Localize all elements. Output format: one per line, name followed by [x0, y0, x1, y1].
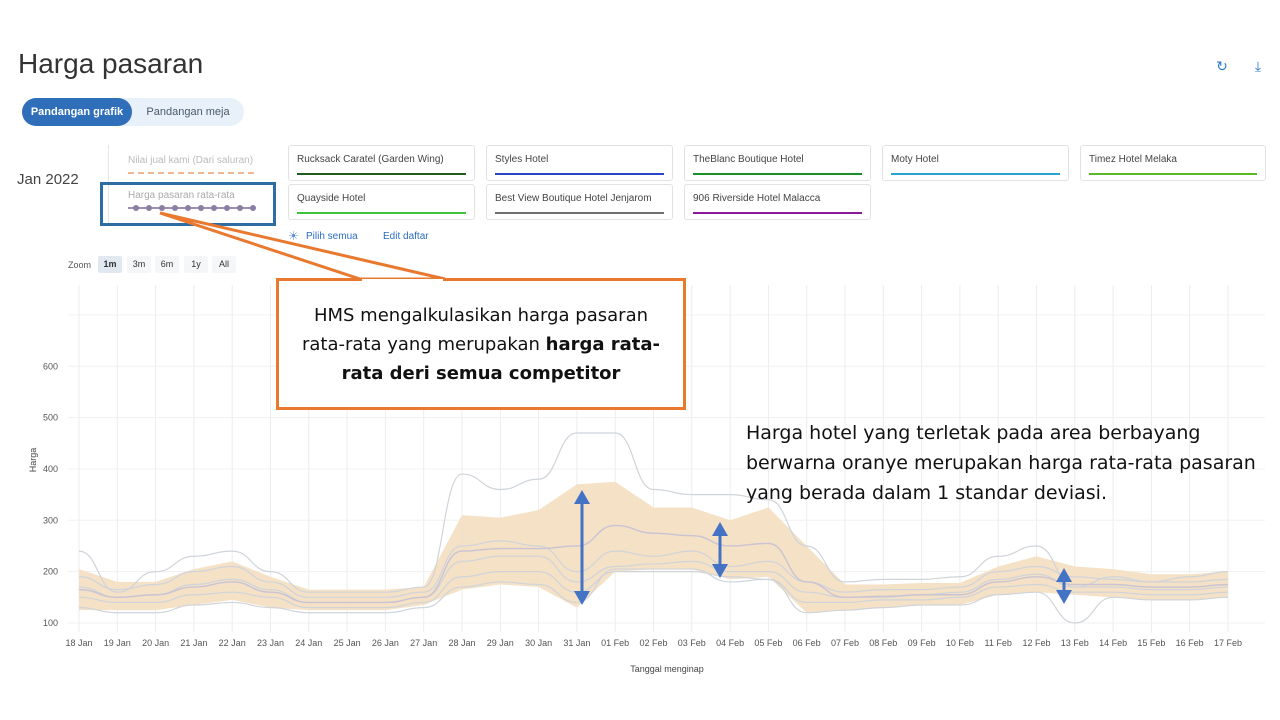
competitor-card[interactable]: Rucksack Caratel (Garden Wing)	[288, 145, 475, 181]
legend-own-price-swatch	[128, 172, 254, 174]
x-tick-label: 04 Feb	[716, 638, 744, 648]
competitor-name: TheBlanc Boutique Hotel	[693, 154, 804, 165]
competitor-color-swatch	[1089, 173, 1257, 175]
highlight-box	[100, 182, 276, 226]
competitor-color-swatch	[693, 212, 862, 214]
competitor-card[interactable]: Quayside Hotel	[288, 184, 475, 220]
callout-box: HMS mengalkulasikan harga pasaran rata-r…	[276, 278, 686, 410]
x-tick-label: 30 Jan	[525, 638, 552, 648]
x-tick-label: 05 Feb	[754, 638, 782, 648]
y-tick-label: 300	[43, 515, 58, 525]
x-tick-label: 31 Jan	[563, 638, 590, 648]
x-tick-label: 06 Feb	[793, 638, 821, 648]
x-tick-label: 16 Feb	[1176, 638, 1204, 648]
competitor-color-swatch	[297, 173, 466, 175]
competitor-name: Moty Hotel	[891, 154, 939, 165]
x-tick-label: 02 Feb	[639, 638, 667, 648]
y-axis-label: Harga	[28, 448, 38, 473]
competitor-name: Rucksack Caratel (Garden Wing)	[297, 154, 444, 165]
y-tick-label: 100	[43, 618, 58, 628]
x-tick-label: 14 Feb	[1099, 638, 1127, 648]
competitor-card[interactable]: Timez Hotel Melaka	[1080, 145, 1266, 181]
table-view-button[interactable]: Pandangan meja	[132, 98, 244, 126]
x-tick-label: 10 Feb	[946, 638, 974, 648]
x-tick-label: 28 Jan	[448, 638, 475, 648]
x-tick-label: 01 Feb	[601, 638, 629, 648]
competitor-name: 906 Riverside Hotel Malacca	[693, 193, 821, 204]
competitor-card[interactable]: Moty Hotel	[882, 145, 1069, 181]
band-explanation-note: Harga hotel yang terletak pada area berb…	[746, 422, 1256, 504]
callout-line-2-bold: harga rata-	[545, 334, 661, 355]
select-all-icon: ☀	[288, 229, 299, 243]
x-tick-label: 07 Feb	[831, 638, 859, 648]
x-tick-label: 09 Feb	[908, 638, 936, 648]
callout-line-1: HMS mengalkulasikan harga pasaran	[313, 305, 649, 326]
competitor-color-swatch	[495, 173, 664, 175]
x-tick-label: 03 Feb	[678, 638, 706, 648]
callout-line-3-bold: rata deri semua competitor	[341, 363, 621, 384]
x-tick-label: 25 Jan	[334, 638, 361, 648]
competitor-card[interactable]: 906 Riverside Hotel Malacca	[684, 184, 871, 220]
x-tick-label: 24 Jan	[295, 638, 322, 648]
page-title: Harga pasaran	[18, 48, 204, 79]
view-toggle: Pandangan grafik Pandangan meja	[22, 98, 244, 126]
legend-own-price[interactable]: Nilai jual kami (Dari saluran)	[128, 155, 253, 166]
competitor-name: Quayside Hotel	[297, 193, 366, 204]
select-all-link[interactable]: Pilih semua	[306, 231, 358, 242]
y-tick-label: 600	[43, 361, 58, 371]
x-tick-label: 26 Jan	[372, 638, 399, 648]
competitor-color-swatch	[693, 173, 862, 175]
period-label: Jan 2022	[17, 171, 79, 188]
x-tick-label: 17 Feb	[1214, 638, 1242, 648]
competitor-card[interactable]: Best View Boutique Hotel Jenjarom	[486, 184, 673, 220]
x-tick-label: 11 Feb	[985, 638, 1012, 648]
x-tick-label: 15 Feb	[1137, 638, 1165, 648]
refresh-icon[interactable]: ↻	[1214, 58, 1230, 74]
x-tick-label: 29 Jan	[487, 638, 514, 648]
callout-line-2: rata-rata yang merupakan	[301, 334, 546, 355]
x-tick-label: 08 Feb	[869, 638, 897, 648]
competitor-card[interactable]: Styles Hotel	[486, 145, 673, 181]
zoom-label: Zoom	[68, 260, 92, 270]
competitor-color-swatch	[495, 212, 664, 214]
competitor-name: Styles Hotel	[495, 154, 549, 165]
competitor-color-swatch	[891, 173, 1060, 175]
competitor-color-swatch	[297, 212, 466, 214]
x-tick-label: 27 Jan	[410, 638, 437, 648]
competitor-name: Timez Hotel Melaka	[1089, 154, 1177, 165]
y-tick-label: 400	[43, 464, 58, 474]
x-tick-label: 12 Feb	[1022, 638, 1050, 648]
x-tick-label: 22 Jan	[219, 638, 246, 648]
x-tick-label: 19 Jan	[104, 638, 131, 648]
x-tick-label: 13 Feb	[1061, 638, 1089, 648]
x-axis-label: Tanggal menginap	[630, 664, 704, 674]
competitor-name: Best View Boutique Hotel Jenjarom	[495, 193, 652, 204]
competitor-card[interactable]: TheBlanc Boutique Hotel	[684, 145, 871, 181]
chart-view-button[interactable]: Pandangan grafik	[22, 98, 132, 126]
edit-list-link[interactable]: Edit daftar	[383, 231, 429, 242]
x-tick-label: 20 Jan	[142, 638, 169, 648]
y-tick-label: 200	[43, 567, 58, 577]
download-icon[interactable]: ⤓	[1250, 58, 1266, 74]
x-tick-label: 18 Jan	[65, 638, 92, 648]
y-tick-label: 500	[43, 413, 58, 423]
x-tick-label: 23 Jan	[257, 638, 284, 648]
x-tick-label: 21 Jan	[180, 638, 207, 648]
